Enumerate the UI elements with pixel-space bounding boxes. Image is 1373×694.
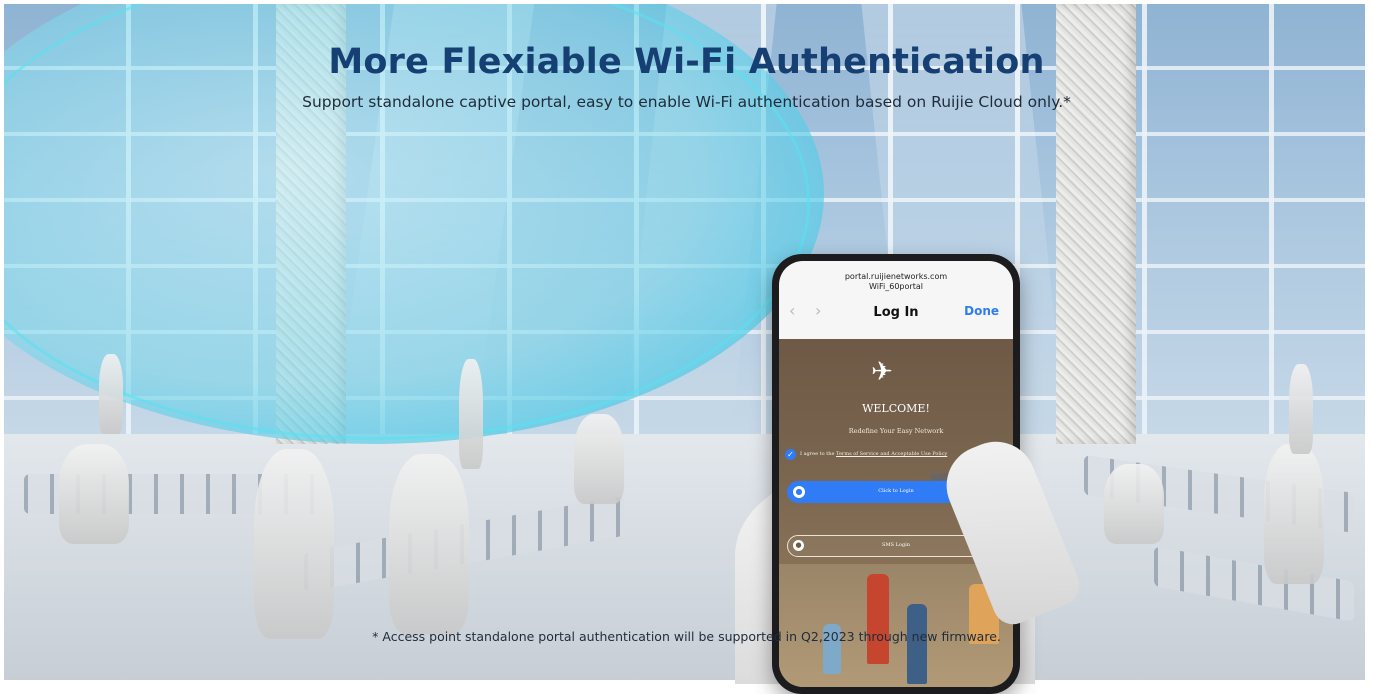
traveler-illustration [867, 574, 889, 664]
traveler-figure [1264, 444, 1324, 584]
welcome-heading: WELCOME! [862, 402, 930, 415]
traveler-figure [459, 359, 483, 469]
page-title: More Flexiable Wi-Fi Authentication [328, 42, 1045, 82]
browser-header: portal.ruijienetworks.com WiFi_60portal … [779, 261, 1013, 340]
terms-checkbox[interactable]: ✓ [785, 449, 796, 460]
traveler-figure [389, 454, 469, 634]
traveler-figure [254, 449, 334, 639]
traveler-figure [574, 414, 624, 504]
terms-prefix: I agree to the [800, 451, 837, 457]
traveler-figure [1104, 464, 1164, 544]
airplane-icon: ✈ [871, 357, 893, 387]
footnote: * Access point standalone portal authent… [372, 629, 1001, 644]
wifi-ssid: WiFi_60portal [869, 282, 923, 291]
traveler-figure [1289, 364, 1313, 454]
travelers-illustration [779, 564, 1013, 687]
traveler-figure [99, 354, 123, 434]
page-subtitle: Support standalone captive portal, easy … [302, 93, 1071, 111]
done-button[interactable]: Done [964, 304, 999, 318]
portal-tagline: Redefine Your Easy Network [848, 427, 944, 435]
portal-url: portal.ruijienetworks.com [844, 272, 948, 281]
terms-text: I agree to the Terms of Service and Acce… [800, 451, 947, 457]
terms-link[interactable]: Terms of Service and Acceptable Use Poli… [836, 451, 947, 457]
traveler-illustration [907, 604, 927, 684]
traveler-figure [59, 444, 129, 544]
